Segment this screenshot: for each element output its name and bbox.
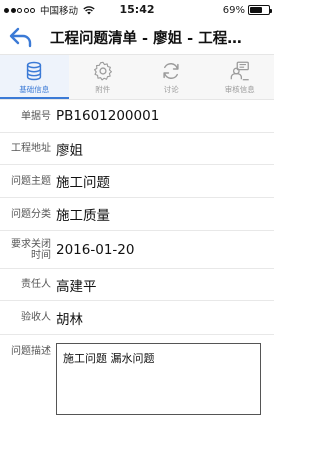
- form-row-owner: 责任人 高建平: [0, 269, 274, 301]
- battery-icon: [248, 5, 272, 15]
- field-label: 问题主题: [11, 175, 51, 187]
- description-textarea[interactable]: 施工问题 漏水问题: [56, 343, 261, 415]
- deadline-value: 2016-01-20: [56, 241, 135, 258]
- subject-value: 施工问题: [56, 175, 110, 191]
- tab-label: 基础信息: [19, 84, 50, 94]
- form-row-site-address: 工程地址 廖姐: [0, 133, 274, 165]
- tab-label: 附件: [95, 84, 111, 94]
- signal-strength-icon: [4, 7, 35, 13]
- page-title: 工程问题清单 - 廖姐 - 工程…: [50, 30, 242, 47]
- field-label: 单据号: [21, 110, 51, 122]
- tab-discussion[interactable]: 讨论: [137, 55, 206, 99]
- database-icon: [27, 61, 42, 80]
- wifi-icon: [83, 5, 95, 14]
- status-right: 69%: [222, 4, 272, 16]
- nav-bar: 工程问题清单 - 廖姐 - 工程…: [0, 20, 274, 54]
- tab-basic-info[interactable]: 基础信息: [0, 55, 69, 99]
- field-label-line2: 时间: [31, 249, 51, 261]
- tab-attachments[interactable]: 附件: [69, 55, 138, 99]
- back-button[interactable]: [8, 24, 38, 50]
- form-row-order-no: 单据号 PB1601200001: [0, 100, 274, 133]
- site-address-value: 廖姐: [56, 142, 83, 159]
- owner-value: 高建平: [56, 278, 97, 295]
- form-row-category: 问题分类 施工质量: [0, 198, 274, 231]
- form-row-acceptor: 验收人 胡林: [0, 301, 274, 335]
- form-row-description: 问题描述 施工问题 漏水问题: [0, 335, 274, 419]
- form-row-deadline: 要求关闭 时间 2016-01-20: [0, 231, 274, 269]
- refresh-icon: [163, 62, 179, 79]
- basic-info-form: 单据号 PB1601200001 工程地址 廖姐 问题主题 施工问题 问题分类 …: [0, 100, 274, 419]
- battery-fill: [250, 7, 263, 13]
- order-no-value: PB1601200001: [56, 108, 160, 124]
- field-label: 问题分类: [11, 208, 51, 220]
- tab-review-info[interactable]: 审核信息: [206, 55, 275, 99]
- field-label: 责任人: [21, 279, 51, 290]
- acceptor-value: 胡林: [56, 311, 83, 328]
- field-label: 工程地址: [11, 143, 51, 154]
- field-label: 问题描述: [11, 346, 51, 357]
- field-label: 要求关闭 时间: [0, 239, 56, 261]
- tab-label: 讨论: [163, 84, 179, 94]
- back-arrow-icon: [9, 27, 32, 48]
- gear-icon: [93, 61, 112, 80]
- status-left: 中国移动: [4, 3, 95, 17]
- form-row-subject: 问题主题 施工问题: [0, 165, 274, 198]
- tab-bar: 基础信息 附件 讨论 审核信息: [0, 54, 274, 100]
- reviewer-icon: [230, 61, 249, 80]
- field-label-line1: 要求关闭: [11, 238, 51, 250]
- carrier-name: 中国移动: [40, 6, 79, 17]
- field-label: 验收人: [21, 312, 51, 323]
- battery-percent: 69%: [222, 4, 245, 16]
- status-bar: 中国移动 15:42 69%: [0, 0, 274, 20]
- tab-label: 审核信息: [224, 84, 255, 94]
- category-value: 施工质量: [56, 208, 110, 224]
